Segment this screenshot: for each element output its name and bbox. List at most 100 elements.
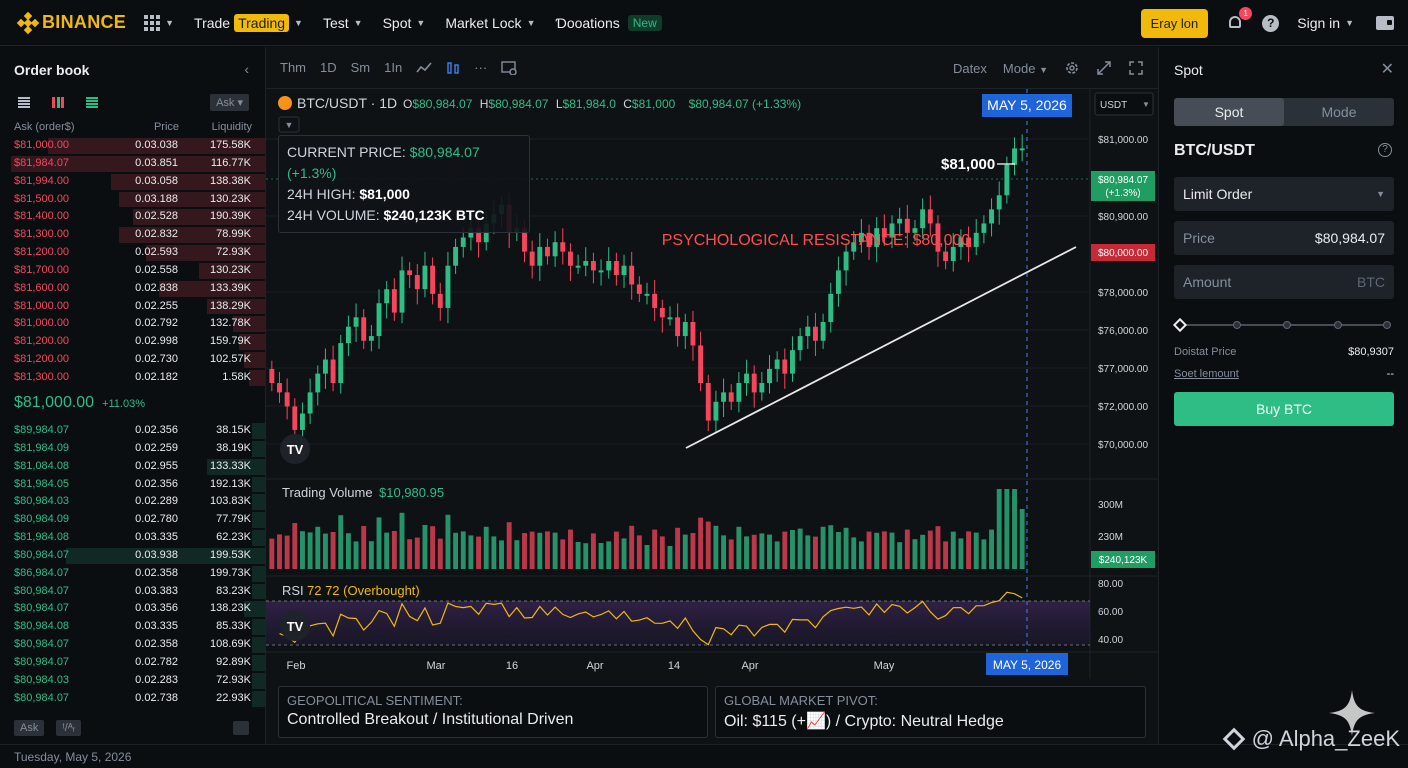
bid-row[interactable]: $89,984.07 0.02.356 38.15K [0, 422, 265, 440]
bid-row[interactable]: $81,984.08 0.03.335 62.23K [0, 529, 265, 547]
more-icon[interactable]: ··· [474, 60, 487, 75]
bid-row[interactable]: $80,984.07 0.02.782 92.89K [0, 654, 265, 672]
candle [636, 284, 642, 294]
row-qty: 0.03.038 [135, 139, 178, 151]
bid-row[interactable]: $81,984.05 0.02.356 192.13K [0, 476, 265, 494]
bid-row[interactable]: $81,084.08 0.02.955 133.33K [0, 458, 265, 476]
interval-1in[interactable]: 1In [384, 60, 402, 75]
volume-bar [682, 534, 688, 569]
ask-row[interactable]: $81,984.07 0.03.851 116.77K [0, 155, 265, 173]
view-both-icon[interactable] [18, 97, 30, 108]
bid-row[interactable]: $80,984.03 0.02.289 103.83K [0, 493, 265, 511]
bid-row[interactable]: $80,984.07 0.03.383 83.23K [0, 583, 265, 601]
row-liquidity: 77.79K [216, 513, 251, 526]
info-icon[interactable]: ? [1378, 143, 1392, 157]
candle [407, 270, 413, 276]
volume-bar [950, 531, 956, 569]
candle [820, 322, 826, 341]
bid-row[interactable]: $80,984.07 0.03.938 199.53K [0, 547, 265, 565]
bid-row[interactable]: $80,984.03 0.02.283 72.93K [0, 672, 265, 690]
volume-bar [644, 545, 650, 569]
ask-row[interactable]: $81,300.00 0.02.832 78.99K [0, 226, 265, 244]
ask-row[interactable]: $81,994.00 0.03.058 138.38K [0, 173, 265, 191]
apps-grid-icon[interactable] [144, 14, 161, 31]
ask-row[interactable]: $81,200.00 0.02.730 102.57K [0, 351, 265, 369]
row-price: $81,200.00 [14, 335, 70, 348]
volume-bar [858, 541, 864, 569]
expand-icon[interactable] [1096, 60, 1112, 76]
bid-row[interactable]: $81,984.09 0.02.259 38.19K [0, 440, 265, 458]
ask-row[interactable]: $81,000.00 0.03.038 175.58K [0, 137, 265, 155]
volume-bar [575, 542, 581, 569]
candle [721, 392, 727, 402]
order-type-select[interactable]: Limit Order ▼ [1174, 177, 1394, 211]
bid-row[interactable]: $80,984.08 0.03.335 85.33K [0, 618, 265, 636]
datex-button[interactable]: Datex [953, 61, 987, 76]
indicators-icon[interactable] [501, 60, 517, 75]
ask-row[interactable]: $81,200.00 0.02.593 72.93K [0, 244, 265, 262]
symbol-label[interactable]: BTC/USDT · 1D [297, 95, 397, 111]
interval-1d[interactable]: 1D [320, 60, 337, 75]
buy-btc-button[interactable]: Buy BTC [1174, 392, 1394, 426]
collapse-chevron-icon[interactable]: ‹ [244, 61, 249, 77]
menu-icon[interactable] [233, 721, 249, 735]
bid-row[interactable]: $80,984.07 0.03.356 138.23K [0, 600, 265, 618]
wallet-icon[interactable] [1376, 16, 1394, 30]
slider-handle[interactable] [1172, 317, 1188, 333]
ask-row[interactable]: $81,000.00 0.02.792 132.78K [0, 315, 265, 333]
volume-bar [621, 538, 627, 569]
interval-sm[interactable]: Sm [351, 60, 371, 75]
candles-icon[interactable] [446, 60, 460, 76]
footer-ask-chip[interactable]: Ask [14, 720, 45, 736]
mode-button[interactable]: Mode ▼ [1003, 61, 1048, 76]
tab-spot[interactable]: Spot [1174, 98, 1284, 126]
close-icon[interactable]: ✕ [1381, 59, 1394, 79]
bid-row[interactable]: $86,984.07 0.02.358 199.73K [0, 565, 265, 583]
brand-logo[interactable]: BINANCE [16, 11, 126, 34]
amount-slider[interactable] [1172, 317, 1391, 333]
candle [300, 413, 305, 430]
ask-row[interactable]: $81,300.00 0.02.182 1.58K [0, 369, 265, 387]
settings-gear-icon[interactable] [1064, 60, 1080, 76]
nav-spot[interactable]: Spot ▼ [383, 15, 426, 31]
ask-row[interactable]: $81,600.00 0.02.838 133.39K [0, 280, 265, 298]
nav-test[interactable]: Test ▼ [323, 15, 363, 31]
footer-precision-chip[interactable]: ᵗ/ᴬᵣ [56, 720, 82, 736]
row-qty: 0.02.358 [135, 638, 178, 651]
bid-row[interactable]: $80,984.07 0.02.358 108.69K [0, 636, 265, 654]
ask-row[interactable]: $81,500.00 0.03.188 130.23K [0, 191, 265, 209]
nav-market-lock[interactable]: Market Lock ▼ [445, 15, 535, 31]
volume-bar [590, 533, 596, 569]
ask-row[interactable]: $81,400.00 0.02.528 190.39K [0, 208, 265, 226]
amount-input[interactable]: Amount BTC [1174, 265, 1394, 299]
row-qty: 0.02.356 [135, 424, 178, 436]
tradingview-logo-icon: TV [280, 611, 310, 641]
price-input[interactable]: Price $80,984.07 [1174, 221, 1394, 255]
trend-line[interactable] [685, 246, 1077, 449]
volume-bar [874, 532, 880, 569]
bid-row[interactable]: $80,984.07 0.02.738 22.93K [0, 690, 265, 708]
price-axis-label: $72,000.00 [1098, 402, 1148, 413]
cta-button[interactable]: Eray lon [1140, 8, 1209, 38]
tab-mode[interactable]: Mode [1284, 98, 1394, 126]
help-icon[interactable]: ? [1262, 14, 1280, 32]
interval-thm[interactable]: Thm [280, 60, 306, 75]
notification-bell-icon[interactable]: 1 [1226, 7, 1253, 32]
ask-row[interactable]: $81,700.00 0.02.558 130.23K [0, 262, 265, 280]
ask-row[interactable]: $81,000.00 0.02.255 138.29K [0, 298, 265, 316]
svg-text:$80,000.00: $80,000.00 [1098, 248, 1148, 259]
status-date: Tuesday, May 5, 2026 [14, 750, 132, 764]
view-bids-icon[interactable] [86, 97, 98, 108]
view-asks-icon[interactable] [52, 97, 64, 108]
fullscreen-icon[interactable] [1128, 60, 1144, 76]
nav-donations[interactable]: Ɗooations New [555, 14, 662, 31]
ask-row[interactable]: $81,200.00 0.02.998 159.79K [0, 333, 265, 351]
volume-bar [391, 531, 397, 569]
depth-bar [251, 512, 265, 529]
ask-select[interactable]: Ask ▾ [210, 94, 249, 111]
nav-trade[interactable]: Trade Trading ▼ [194, 13, 303, 32]
line-chart-icon[interactable] [416, 61, 432, 75]
bid-row[interactable]: $80,984.09 0.02.780 77.79K [0, 511, 265, 529]
sign-in-button[interactable]: Sign in ▼ [1297, 15, 1354, 31]
rsi-value: 72 72 (Overbought) [307, 583, 420, 598]
